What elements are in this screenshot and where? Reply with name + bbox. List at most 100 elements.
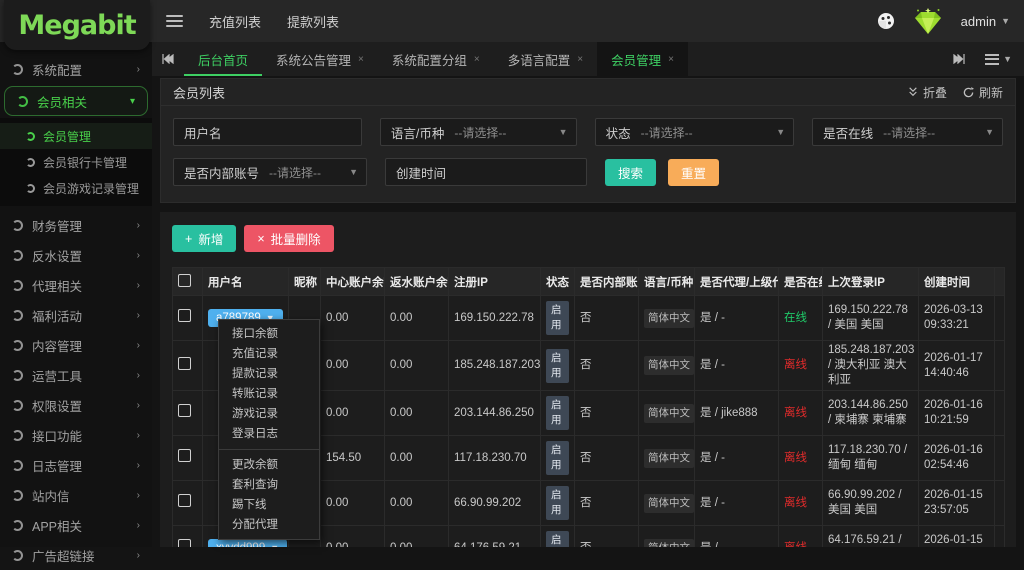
- online-cell: 离线: [778, 480, 823, 526]
- tab-close-icon[interactable]: ×: [358, 54, 364, 65]
- filter-select[interactable]: --请选择-- ▼: [883, 119, 1002, 145]
- user-menu-item-9[interactable]: 分配代理: [219, 515, 319, 535]
- panel-header: 会员列表 折叠 刷新: [161, 79, 1015, 106]
- row-checkbox[interactable]: [178, 494, 191, 507]
- tabs-scroll-right-icon[interactable]: [943, 54, 975, 64]
- user-menu-item-8[interactable]: 踢下线: [219, 495, 319, 515]
- topnav-item-0[interactable]: 充值列表: [209, 12, 261, 31]
- tab-3[interactable]: 多语言配置 ×: [494, 42, 597, 76]
- language-badge: 简体中文: [644, 493, 694, 513]
- filter-select[interactable]: --请选择-- ▼: [641, 119, 794, 145]
- tab-2[interactable]: 系统配置分组 ×: [378, 42, 494, 76]
- collapse-button[interactable]: 折叠: [908, 84, 947, 101]
- double-chevron-down-icon: [909, 87, 917, 97]
- tabs-scroll-left-icon[interactable]: [152, 42, 184, 76]
- filter-text-input[interactable]: [456, 159, 566, 185]
- sidebar-item-11[interactable]: 站内信 ›: [0, 480, 152, 510]
- user-menu-item-2[interactable]: 提款记录: [219, 364, 319, 384]
- user-menu-item-0[interactable]: 接口余额: [219, 324, 319, 344]
- sidebar-item-label: 财务管理: [32, 219, 83, 234]
- sidebar-item-12[interactable]: APP相关 ›: [0, 510, 152, 540]
- username-dropdown-button[interactable]: xyydd999 ▼: [208, 539, 288, 547]
- row-checkbox[interactable]: [178, 356, 191, 370]
- sidebar-item-4[interactable]: 代理相关 ›: [0, 270, 152, 300]
- chevron-down-icon: ▼: [776, 127, 786, 137]
- sidebar-item-5[interactable]: 福利活动 ›: [0, 300, 152, 330]
- chevron-right-icon: ›: [136, 309, 140, 321]
- sidebar-item-2[interactable]: 财务管理 ›: [0, 210, 152, 240]
- user-menu-item-6[interactable]: 更改余额: [219, 455, 319, 475]
- sidebar-subitem-1[interactable]: 会员银行卡管理: [0, 149, 152, 175]
- online-status: 离线: [784, 451, 807, 464]
- circle-icon: [17, 95, 28, 107]
- sidebar-toggle-icon[interactable]: [166, 15, 183, 27]
- sidebar-item-9[interactable]: 接口功能 ›: [0, 420, 152, 450]
- select-all-checkbox[interactable]: [178, 273, 191, 287]
- row-checkbox[interactable]: [178, 309, 191, 322]
- tab-label: 系统配置分组: [391, 53, 467, 68]
- cut-cell: [994, 390, 1005, 436]
- refresh-button[interactable]: 刷新: [963, 84, 1003, 101]
- user-menu-item-7[interactable]: 套利查询: [219, 475, 319, 495]
- tab-0[interactable]: 后台首页: [184, 42, 262, 76]
- filter-select[interactable]: --请选择-- ▼: [269, 159, 366, 185]
- sidebar-item-label: 站内信: [32, 489, 70, 504]
- language-cell: 简体中文: [638, 480, 695, 526]
- row-checkbox-cell: [172, 480, 203, 526]
- tab-close-icon[interactable]: ×: [668, 54, 674, 65]
- tab-close-icon[interactable]: ×: [474, 54, 480, 65]
- refresh-label: 刷新: [978, 85, 1003, 100]
- tab-4[interactable]: 会员管理 ×: [597, 42, 688, 76]
- row-checkbox[interactable]: [178, 404, 191, 417]
- sidebar-item-1[interactable]: 会员相关 ▾: [4, 86, 148, 116]
- filter-select[interactable]: --请选择-- ▼: [454, 119, 575, 145]
- sidebar-item-10[interactable]: 日志管理 ›: [0, 450, 152, 480]
- row-checkbox[interactable]: [178, 539, 191, 547]
- sidebar-item-label: 广告超链接: [32, 549, 95, 564]
- sidebar-item-0[interactable]: 系统配置 ›: [0, 54, 152, 84]
- filter-r1-1: 语言/币种 --请选择-- ▼: [379, 118, 577, 146]
- created-at-cell: 2026-01-16 10:21:59: [918, 390, 995, 436]
- sidebar-subitem-0[interactable]: 会员管理: [0, 123, 152, 149]
- tabs: 后台首页 系统公告管理 × 系统配置分组 × 多语言配置 × 会员管理 ×: [184, 42, 688, 76]
- filter-label: 是否在线: [823, 126, 874, 141]
- chevron-down-icon: ▼: [349, 167, 358, 177]
- topnav-item-1[interactable]: 提款列表: [287, 12, 339, 31]
- agent-cell: 是 / -: [694, 295, 779, 341]
- search-button[interactable]: 搜索: [605, 158, 657, 186]
- chevron-right-icon: ›: [136, 279, 140, 291]
- brand-logo[interactable]: Megabit: [18, 10, 136, 41]
- status-cell: 启用: [540, 340, 575, 391]
- sidebar-item-7[interactable]: 运营工具 ›: [0, 360, 152, 390]
- tab-close-icon[interactable]: ×: [577, 54, 583, 65]
- rebate-balance-cell: 0.00: [384, 480, 449, 526]
- filter-row-1: 用户名 语言/币种 --请选择-- ▼ 状态 --请选择-- ▼ 是否在线 --请选择-- ▼: [173, 118, 1003, 146]
- theme-palette-icon[interactable]: [877, 12, 895, 30]
- user-menu-item-4[interactable]: 游戏记录: [219, 404, 319, 424]
- row-checkbox[interactable]: [178, 449, 191, 462]
- user-menu-item-3[interactable]: 转账记录: [219, 384, 319, 404]
- sidebar-subitem-2[interactable]: 会员游戏记录管理: [0, 175, 152, 201]
- user-menu-button[interactable]: admin ▼: [961, 14, 1010, 29]
- register-ip-cell: 203.144.86.250: [448, 390, 541, 436]
- column-header-7: 语言/币种: [638, 267, 695, 296]
- tab-1[interactable]: 系统公告管理 ×: [262, 42, 378, 76]
- sidebar-item-3[interactable]: 反水设置 ›: [0, 240, 152, 270]
- chevron-right-icon: ›: [136, 339, 140, 351]
- filter-text-input[interactable]: [231, 119, 341, 145]
- sidebar-item-6[interactable]: 内容管理 ›: [0, 330, 152, 360]
- tabs-menu-icon: [985, 53, 1000, 65]
- reset-button[interactable]: 重置: [668, 158, 720, 186]
- rebate-balance-cell: 0.00: [384, 525, 449, 547]
- add-button[interactable]: + 新增: [172, 225, 237, 252]
- user-menu-item-1[interactable]: 充值记录: [219, 344, 319, 364]
- filter-label: 创建时间: [396, 166, 447, 181]
- avatar[interactable]: [911, 6, 945, 36]
- language-cell: 简体中文: [638, 340, 695, 391]
- sidebar-item-13[interactable]: 广告超链接 ›: [0, 540, 152, 570]
- sidebar-item-8[interactable]: 权限设置 ›: [0, 390, 152, 420]
- bulk-delete-button[interactable]: × 批量删除: [244, 225, 334, 252]
- internal-cell: 否: [574, 525, 639, 547]
- user-menu-item-5[interactable]: 登录日志: [219, 424, 319, 444]
- tabs-menu-button[interactable]: ▼: [979, 53, 1018, 65]
